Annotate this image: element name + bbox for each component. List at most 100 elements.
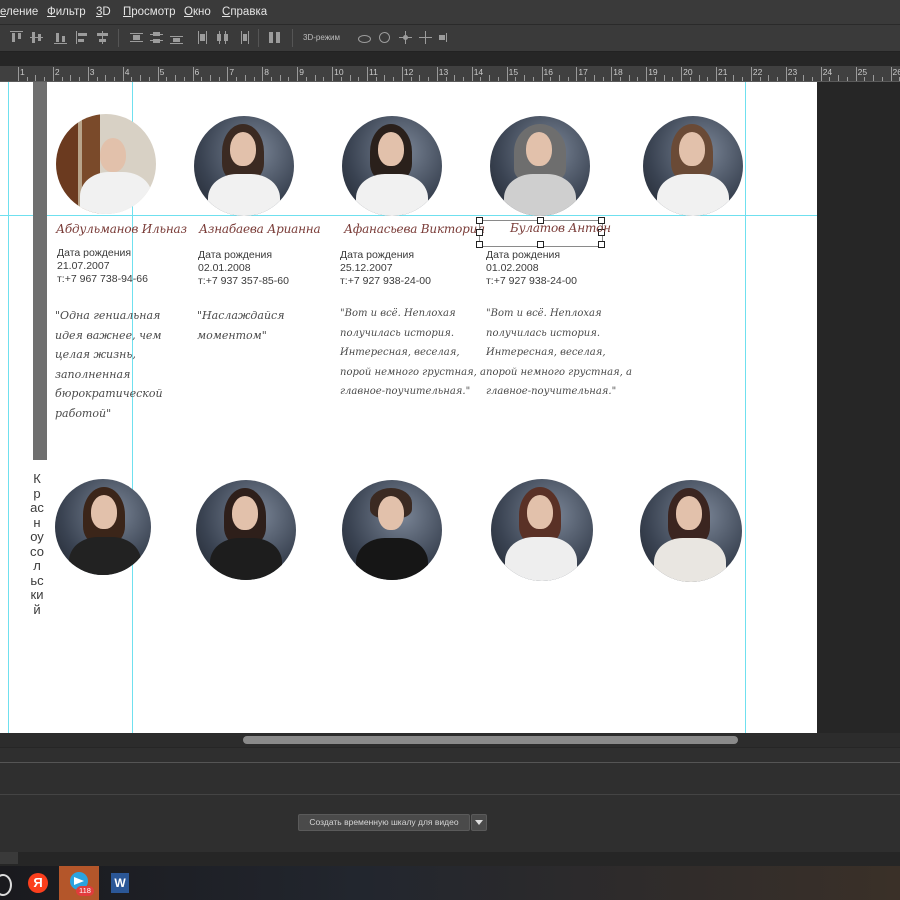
3d-pan-icon[interactable] <box>399 31 412 44</box>
dob-label[interactable]: Дата рождения <box>340 249 414 262</box>
student-photo[interactable] <box>55 479 151 575</box>
ruler-tick <box>541 67 543 81</box>
phone-value[interactable]: т:+7 927 938-24-00 <box>486 275 577 288</box>
ruler-tick <box>96 77 98 81</box>
ruler-tick <box>724 77 726 81</box>
ruler-tick <box>157 67 159 81</box>
ruler-tick <box>79 77 81 81</box>
dob-value[interactable]: 01.02.2008 <box>486 262 539 275</box>
distribute-vertical-centers-icon[interactable] <box>150 31 163 44</box>
align-left-edges-icon[interactable] <box>76 31 89 44</box>
ruler-tick <box>105 75 107 81</box>
taskbar-telegram[interactable]: 118 <box>59 866 99 900</box>
ruler-tick <box>890 67 892 81</box>
distribute-right-icon[interactable] <box>236 31 249 44</box>
ruler-tick <box>428 77 430 81</box>
student-name[interactable]: Афанасьева Виктория <box>344 222 485 236</box>
ruler-tick <box>314 75 316 81</box>
ruler-tick <box>620 77 622 81</box>
menu-select[interactable]: еление <box>0 0 38 24</box>
student-photo[interactable] <box>490 116 590 216</box>
menu-filter[interactable]: Фильтр <box>47 0 86 24</box>
divider <box>0 762 900 763</box>
student-photo[interactable] <box>56 114 156 214</box>
guide-vertical[interactable] <box>8 82 9 733</box>
ruler-tick <box>419 75 421 81</box>
student-photo[interactable] <box>196 480 296 580</box>
ruler-tick <box>297 67 299 81</box>
phone-value[interactable]: т:+7 937 357-85-60 <box>198 275 289 288</box>
align-vertical-centers-icon[interactable] <box>30 31 43 44</box>
ruler-tick <box>323 77 325 81</box>
distribute-bottom-icon[interactable] <box>170 31 183 44</box>
ruler-tick <box>567 77 569 81</box>
ruler-tick <box>637 77 639 81</box>
menu-view[interactable]: Просмотр <box>123 0 176 24</box>
dob-value[interactable]: 25.12.2007 <box>340 262 393 275</box>
menu-3d[interactable]: 3D <box>96 0 111 24</box>
ruler-tick <box>52 67 54 81</box>
timeline-panel: Создать временную шкалу для видео <box>0 748 900 852</box>
ruler-number: 4 <box>124 67 130 77</box>
distribute-top-icon[interactable] <box>130 31 143 44</box>
phone-value[interactable]: т:+7 927 938-24-00 <box>340 275 431 288</box>
dob-label[interactable]: Дата рождения <box>198 249 272 262</box>
ruler-tick <box>602 77 604 81</box>
separator <box>292 29 293 47</box>
ruler-number: 11 <box>369 67 378 77</box>
student-photo[interactable] <box>491 479 593 581</box>
student-name[interactable]: Азнабаева Арианна <box>199 222 321 236</box>
distribute-left-icon[interactable] <box>196 31 209 44</box>
ruler-tick <box>811 77 813 81</box>
auto-align-icon[interactable] <box>268 31 281 44</box>
align-top-edges-icon[interactable] <box>10 31 23 44</box>
3d-orbit-icon[interactable] <box>357 31 371 44</box>
horizontal-scrollbar[interactable] <box>0 733 900 747</box>
ruler-tick <box>742 77 744 81</box>
guide-vertical[interactable] <box>745 82 746 733</box>
student-name[interactable]: Абдульманов Ильназ <box>56 222 187 236</box>
student-photo[interactable] <box>640 480 742 582</box>
3d-slide-icon[interactable] <box>419 31 432 44</box>
3d-roll-icon[interactable] <box>378 31 391 44</box>
panel-tab[interactable] <box>0 852 18 864</box>
dob-label[interactable]: Дата рождения <box>486 249 560 262</box>
ruler-number: 20 <box>683 67 693 77</box>
document-canvas[interactable]: Красноусольский Абдульманов Ильназ Дата … <box>0 82 817 733</box>
student-photo[interactable] <box>342 480 442 580</box>
ruler-number: 10 <box>334 67 344 77</box>
ruler-tick <box>358 77 360 81</box>
student-quote[interactable]: "Вот и всё. Неплохая получилась история.… <box>340 304 486 402</box>
ruler-tick <box>183 77 185 81</box>
align-horizontal-centers-icon[interactable] <box>96 31 109 44</box>
student-quote[interactable]: "Наслаждайся моментом" <box>197 306 285 345</box>
student-quote[interactable]: "Вот и всё. Неплохая получилась история.… <box>486 304 632 402</box>
phone-value[interactable]: т:+7 967 738-94-66 <box>57 273 148 286</box>
ruler-tick <box>628 75 630 81</box>
dob-value[interactable]: 21.07.2007 <box>57 260 110 273</box>
taskbar-word[interactable]: W <box>100 866 140 900</box>
ruler-tick <box>393 77 395 81</box>
create-video-timeline-button[interactable]: Создать временную шкалу для видео <box>298 814 470 831</box>
student-photo[interactable] <box>194 116 294 216</box>
dob-value[interactable]: 02.01.2008 <box>198 262 251 275</box>
scrollbar-thumb[interactable] <box>243 736 738 744</box>
ruler-number: 26 <box>892 67 900 77</box>
student-name[interactable]: Булатов Антон <box>510 221 611 235</box>
distribute-horizontal-centers-icon[interactable] <box>216 31 229 44</box>
student-photo[interactable] <box>643 116 743 216</box>
menu-help[interactable]: Справка <box>222 0 267 24</box>
timeline-dropdown-icon[interactable] <box>471 814 487 831</box>
dob-label[interactable]: Дата рождения <box>57 247 131 260</box>
ruler-tick <box>881 77 883 81</box>
align-bottom-edges-icon[interactable] <box>54 31 67 44</box>
3d-scale-icon[interactable] <box>439 31 452 44</box>
ruler-tick <box>340 77 342 81</box>
taskbar-yandex-browser[interactable]: Я <box>18 866 58 900</box>
student-quote[interactable]: "Одна гениальная идея важнее, чем целая … <box>55 306 163 423</box>
student-photo[interactable] <box>342 116 442 216</box>
menu-window[interactable]: Окно <box>184 0 211 24</box>
ruler-tick <box>576 67 578 81</box>
horizontal-ruler[interactable]: 1 2 3 4 5 6 7 8 9 10 11 12 13 14 15 16 17 18 19 20 21 22 23 24 2… <box>0 66 900 82</box>
ruler-tick <box>44 77 46 81</box>
